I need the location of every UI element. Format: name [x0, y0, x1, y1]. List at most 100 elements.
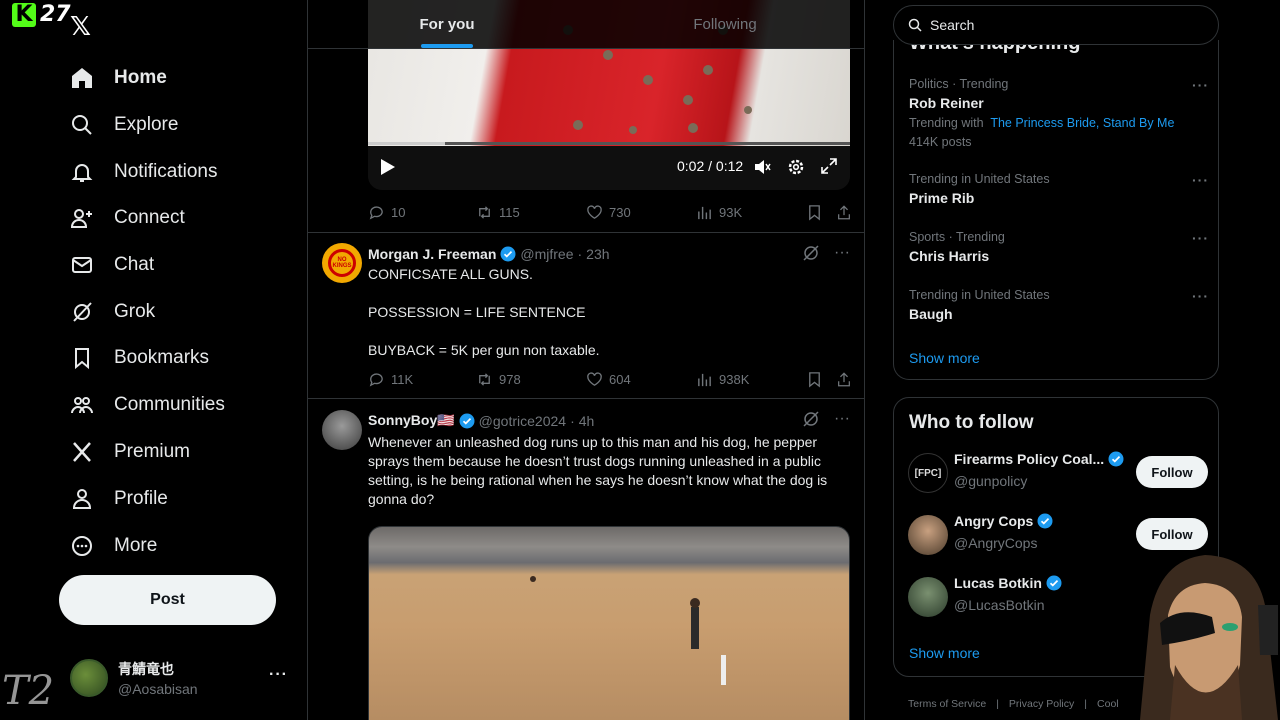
- author-name[interactable]: SonnyBoy🇺🇸: [368, 412, 455, 429]
- trend-category: Politics · Trending: [909, 77, 1009, 91]
- search-input[interactable]: Search: [893, 5, 1219, 45]
- suggestion-name: Firearms Policy Coal...: [954, 451, 1124, 467]
- more-horizontal-icon[interactable]: ···: [1192, 230, 1209, 246]
- separator-dot: ·: [577, 246, 583, 262]
- avatar[interactable]: [322, 410, 362, 450]
- reply-count: 11K: [391, 371, 414, 387]
- account-switcher[interactable]: 青鯖竜也 @Aosabisan ···: [70, 656, 290, 700]
- share-button[interactable]: [836, 371, 852, 388]
- footer-link-terms[interactable]: Terms of Service: [908, 698, 986, 710]
- suggestion-name: Angry Cops: [954, 513, 1053, 529]
- trend-category: Trending in United States: [909, 172, 1050, 186]
- views-button[interactable]: 93K: [696, 204, 806, 221]
- grok-icon[interactable]: [802, 410, 820, 428]
- fullscreen-icon[interactable]: [821, 158, 837, 174]
- nav-item-profile[interactable]: Profile: [70, 481, 168, 517]
- footer-separator: |: [996, 698, 999, 710]
- envelope-icon: [72, 257, 92, 273]
- share-icon: [838, 204, 850, 219]
- trend-item[interactable]: Politics · Trending Rob Reiner Trending …: [909, 77, 1209, 149]
- nav-item-home[interactable]: Home: [70, 60, 167, 96]
- video-progress-bar[interactable]: [368, 142, 850, 145]
- communities-icon: [71, 397, 93, 414]
- more-horizontal-icon[interactable]: ···: [834, 244, 850, 262]
- nav-item-notifications[interactable]: Notifications: [70, 154, 218, 190]
- tab-label: Following: [693, 15, 757, 33]
- suggestion-name-text: Firearms Policy Coal...: [954, 451, 1105, 467]
- repost-button[interactable]: 978: [476, 371, 586, 388]
- repost-icon: [479, 205, 490, 219]
- like-button[interactable]: 730: [586, 204, 696, 221]
- trend-name: Prime Rib: [909, 190, 975, 206]
- account-display-name: 青鯖竜也: [118, 661, 174, 677]
- divider: [308, 232, 864, 233]
- post-button[interactable]: Post: [59, 575, 276, 625]
- trend-with-links[interactable]: The Princess Bride, Stand By Me: [990, 116, 1174, 130]
- grok-icon[interactable]: [802, 244, 820, 262]
- person-icon: [72, 489, 92, 509]
- bookmark-button[interactable]: [806, 204, 836, 221]
- footer-link-cookies[interactable]: Cool: [1097, 698, 1119, 710]
- nav-item-label: Bookmarks: [114, 347, 210, 368]
- nav-item-premium[interactable]: Premium: [70, 434, 190, 470]
- more-horizontal-icon[interactable]: ···: [834, 410, 850, 428]
- add-person-icon: [70, 209, 92, 228]
- bookmark-button[interactable]: [806, 371, 836, 388]
- footer-separator: |: [1084, 698, 1088, 710]
- more-horizontal-icon[interactable]: ···: [269, 666, 288, 684]
- nav-item-more[interactable]: More: [70, 528, 157, 564]
- repost-button[interactable]: 115: [476, 204, 586, 221]
- account-handle: @Aosabisan: [118, 681, 198, 697]
- main-feed: 0:02 / 0:12 For you Following 10 115 730…: [307, 0, 865, 720]
- nav-item-connect[interactable]: Connect: [70, 200, 185, 236]
- trend-category: Sports · Trending: [909, 230, 1005, 244]
- verified-badge-icon: [1037, 513, 1053, 529]
- search-icon: [72, 115, 92, 135]
- avatar: [FPC]: [908, 453, 948, 493]
- reply-button[interactable]: 11K: [368, 371, 476, 388]
- views-chart-icon: [698, 206, 711, 219]
- share-button[interactable]: [836, 204, 852, 221]
- gear-icon[interactable]: [787, 158, 805, 176]
- follow-button[interactable]: Follow: [1136, 456, 1208, 488]
- nav-item-grok[interactable]: Grok: [70, 294, 155, 330]
- suggestion-name: Lucas Botkin: [954, 575, 1062, 591]
- like-button[interactable]: 604: [586, 371, 696, 388]
- views-button[interactable]: 938K: [696, 371, 806, 388]
- avatar[interactable]: NO KINGS: [322, 243, 362, 283]
- trend-item[interactable]: Trending in United States Baugh ···: [909, 288, 1209, 322]
- reply-icon: [369, 205, 383, 219]
- video-thumbnail[interactable]: [368, 526, 850, 720]
- more-horizontal-icon[interactable]: ···: [1192, 172, 1209, 188]
- reply-button[interactable]: 10: [368, 204, 476, 221]
- mute-icon[interactable]: [753, 158, 771, 176]
- tab-label: For you: [419, 15, 475, 33]
- play-icon[interactable]: [380, 158, 396, 176]
- author-handle[interactable]: @mjfree: [520, 246, 573, 262]
- tab-for-you[interactable]: For you: [308, 0, 586, 48]
- tweet-actions: 11K 978 604 938K: [368, 369, 852, 389]
- nav-item-label: Grok: [114, 301, 156, 322]
- nav-item-bookmarks[interactable]: Bookmarks: [70, 340, 209, 376]
- follow-suggestion[interactable]: [FPC] Firearms Policy Coal... @gunpolicy…: [908, 451, 1208, 495]
- more-horizontal-icon[interactable]: ···: [1192, 77, 1209, 93]
- nav-item-communities[interactable]: Communities: [70, 387, 225, 423]
- verified-badge-icon: [459, 413, 475, 428]
- trend-category: Trending in United States: [909, 288, 1050, 302]
- tab-following[interactable]: Following: [586, 0, 864, 48]
- nav-item-chat[interactable]: Chat: [70, 247, 154, 283]
- trend-item[interactable]: Trending in United States Prime Rib ···: [909, 172, 1209, 206]
- trends-show-more-link[interactable]: Show more: [909, 350, 980, 366]
- more-horizontal-icon[interactable]: ···: [1192, 288, 1209, 304]
- author-name[interactable]: Morgan J. Freeman: [368, 246, 496, 262]
- who-to-follow-show-more-link[interactable]: Show more: [909, 645, 980, 661]
- nav-item-explore[interactable]: Explore: [70, 107, 178, 143]
- footer-link-privacy[interactable]: Privacy Policy: [1009, 698, 1074, 710]
- tweet-time[interactable]: 4h: [579, 413, 595, 429]
- tweet-time[interactable]: 23h: [586, 246, 609, 262]
- author-handle[interactable]: @gotrice2024: [479, 413, 566, 429]
- nav-item-label: Communities: [114, 394, 225, 415]
- suggestion-handle: @gunpolicy: [954, 473, 1028, 489]
- bell-icon: [71, 164, 93, 182]
- trend-item[interactable]: Sports · Trending Chris Harris ···: [909, 230, 1209, 264]
